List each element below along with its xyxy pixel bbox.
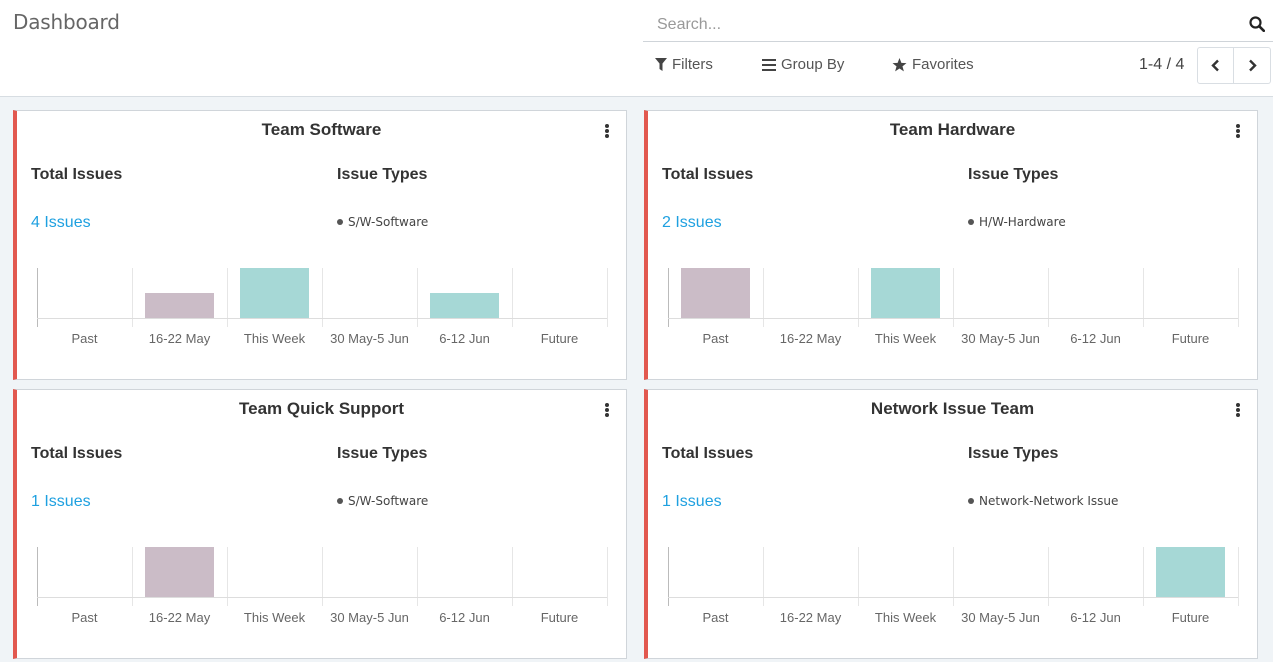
total-issues-label: Total Issues (31, 445, 123, 462)
issue-type-label: Network-Network Issue (979, 494, 1119, 508)
legend-dot-icon (337, 219, 343, 225)
kebab-menu-icon[interactable] (605, 124, 609, 138)
issue-type-label: S/W-Software (348, 215, 429, 229)
x-tick-label: 30 May-5 Jun (961, 610, 1040, 625)
team-card[interactable]: Team Quick Support Total Issues Issue Ty… (13, 389, 627, 659)
x-tick-label: Future (540, 331, 579, 346)
control-panel: Dashboard Filters Group By Favorites 1-4… (0, 0, 1273, 97)
chart-bar[interactable] (240, 268, 309, 318)
issues-count-link[interactable]: 2 Issues (662, 214, 722, 232)
chart-svg (37, 547, 608, 606)
issue-type-label: S/W-Software (348, 494, 429, 508)
favorites-label: Favorites (912, 56, 974, 73)
chevron-left-icon (1211, 59, 1219, 72)
legend-dot-icon (968, 498, 974, 504)
x-tick-label: Future (1171, 331, 1210, 346)
issues-chart: Past 16-22 May This Week 30 May-5 Jun 6-12 J… (668, 547, 1239, 632)
card-title: Team Hardware (889, 120, 1016, 139)
chart-svg (37, 268, 608, 327)
issue-type-legend: S/W-Software (337, 215, 428, 229)
x-tick-label: 30 May-5 Jun (330, 331, 409, 346)
pager-value[interactable]: 1-4 / 4 (1139, 56, 1184, 74)
x-tick-label: 6-12 Jun (439, 331, 490, 346)
chart-bar[interactable] (430, 293, 499, 318)
issues-chart: Past 16-22 May This Week 30 May-5 Jun 6-12 J… (668, 268, 1239, 353)
x-tick-label: 16-22 May (779, 610, 842, 625)
issue-type-legend: H/W-Hardware (968, 215, 1066, 229)
issues-count-link[interactable]: 4 Issues (31, 214, 91, 232)
card-title: Network Issue Team (870, 399, 1035, 418)
search-icon[interactable] (1249, 16, 1265, 32)
chart-svg (668, 268, 1239, 327)
kebab-menu-icon[interactable] (1236, 403, 1240, 417)
x-tick-label: Past (71, 610, 98, 625)
issue-types-label: Issue Types (968, 445, 1059, 462)
issue-types-label: Issue Types (337, 166, 428, 183)
page-title: Dashboard (13, 10, 120, 34)
pager-previous-button[interactable] (1197, 47, 1234, 84)
x-tick-label: 16-22 May (779, 331, 842, 346)
kebab-menu-icon[interactable] (1236, 124, 1240, 138)
legend-dot-icon (968, 219, 974, 225)
x-tick-label: 30 May-5 Jun (330, 610, 409, 625)
x-tick-label: This Week (874, 331, 937, 346)
favorites-button[interactable]: Favorites (892, 56, 974, 73)
x-tick-label: Future (540, 610, 579, 625)
issue-type-legend: S/W-Software (337, 494, 428, 508)
total-issues-label: Total Issues (31, 166, 123, 183)
issue-types-label: Issue Types (337, 445, 428, 462)
issues-chart: Past 16-22 May This Week 30 May-5 Jun 6-12 J… (37, 268, 608, 353)
filters-button[interactable]: Filters (655, 56, 713, 73)
legend-dot-icon (337, 498, 343, 504)
issue-type-label: H/W-Hardware (979, 215, 1066, 229)
total-issues-label: Total Issues (662, 445, 754, 462)
x-tick-label: Future (1171, 610, 1210, 625)
x-tick-label: This Week (243, 331, 306, 346)
card-title: Team Software (261, 120, 382, 139)
chart-bar[interactable] (145, 293, 214, 318)
kebab-menu-icon[interactable] (605, 403, 609, 417)
chart-bar[interactable] (145, 547, 214, 597)
chevron-right-icon (1248, 59, 1257, 72)
chart-bar[interactable] (681, 268, 750, 318)
issue-type-legend: Network-Network Issue (968, 494, 1118, 508)
star-icon (892, 57, 907, 71)
issues-count-link[interactable]: 1 Issues (31, 493, 91, 511)
chart-svg (668, 547, 1239, 606)
team-card[interactable]: Team Hardware Total Issues Issue Types 2… (644, 110, 1258, 380)
card-title: Team Quick Support (239, 399, 404, 418)
group-by-button[interactable]: Group By (762, 56, 844, 73)
x-tick-label: This Week (243, 610, 306, 625)
issues-count-link[interactable]: 1 Issues (662, 493, 722, 511)
x-tick-label: Past (71, 331, 98, 346)
pager-next-button[interactable] (1234, 47, 1271, 84)
team-card[interactable]: Network Issue Team Total Issues Issue Ty… (644, 389, 1258, 659)
filters-label: Filters (672, 56, 713, 73)
group-by-label: Group By (781, 56, 845, 73)
x-tick-label: This Week (874, 610, 937, 625)
x-tick-label: 6-12 Jun (1070, 610, 1121, 625)
x-tick-label: 6-12 Jun (1070, 331, 1121, 346)
total-issues-label: Total Issues (662, 166, 754, 183)
team-card[interactable]: Team Software Total Issues Issue Types 4… (13, 110, 627, 380)
issue-types-label: Issue Types (968, 166, 1059, 183)
chart-bar[interactable] (871, 268, 940, 318)
x-tick-label: 16-22 May (148, 610, 211, 625)
search-input[interactable] (657, 14, 1217, 36)
search-bar (643, 8, 1273, 42)
filter-icon (655, 58, 667, 71)
x-tick-label: Past (702, 331, 729, 346)
x-tick-label: 6-12 Jun (439, 610, 490, 625)
bars-icon (762, 58, 776, 71)
x-tick-label: 16-22 May (148, 331, 211, 346)
issues-chart: Past 16-22 May This Week 30 May-5 Jun 6-12 J… (37, 547, 608, 632)
x-tick-label: 30 May-5 Jun (961, 331, 1040, 346)
x-tick-label: Past (702, 610, 729, 625)
chart-bar[interactable] (1156, 547, 1225, 597)
